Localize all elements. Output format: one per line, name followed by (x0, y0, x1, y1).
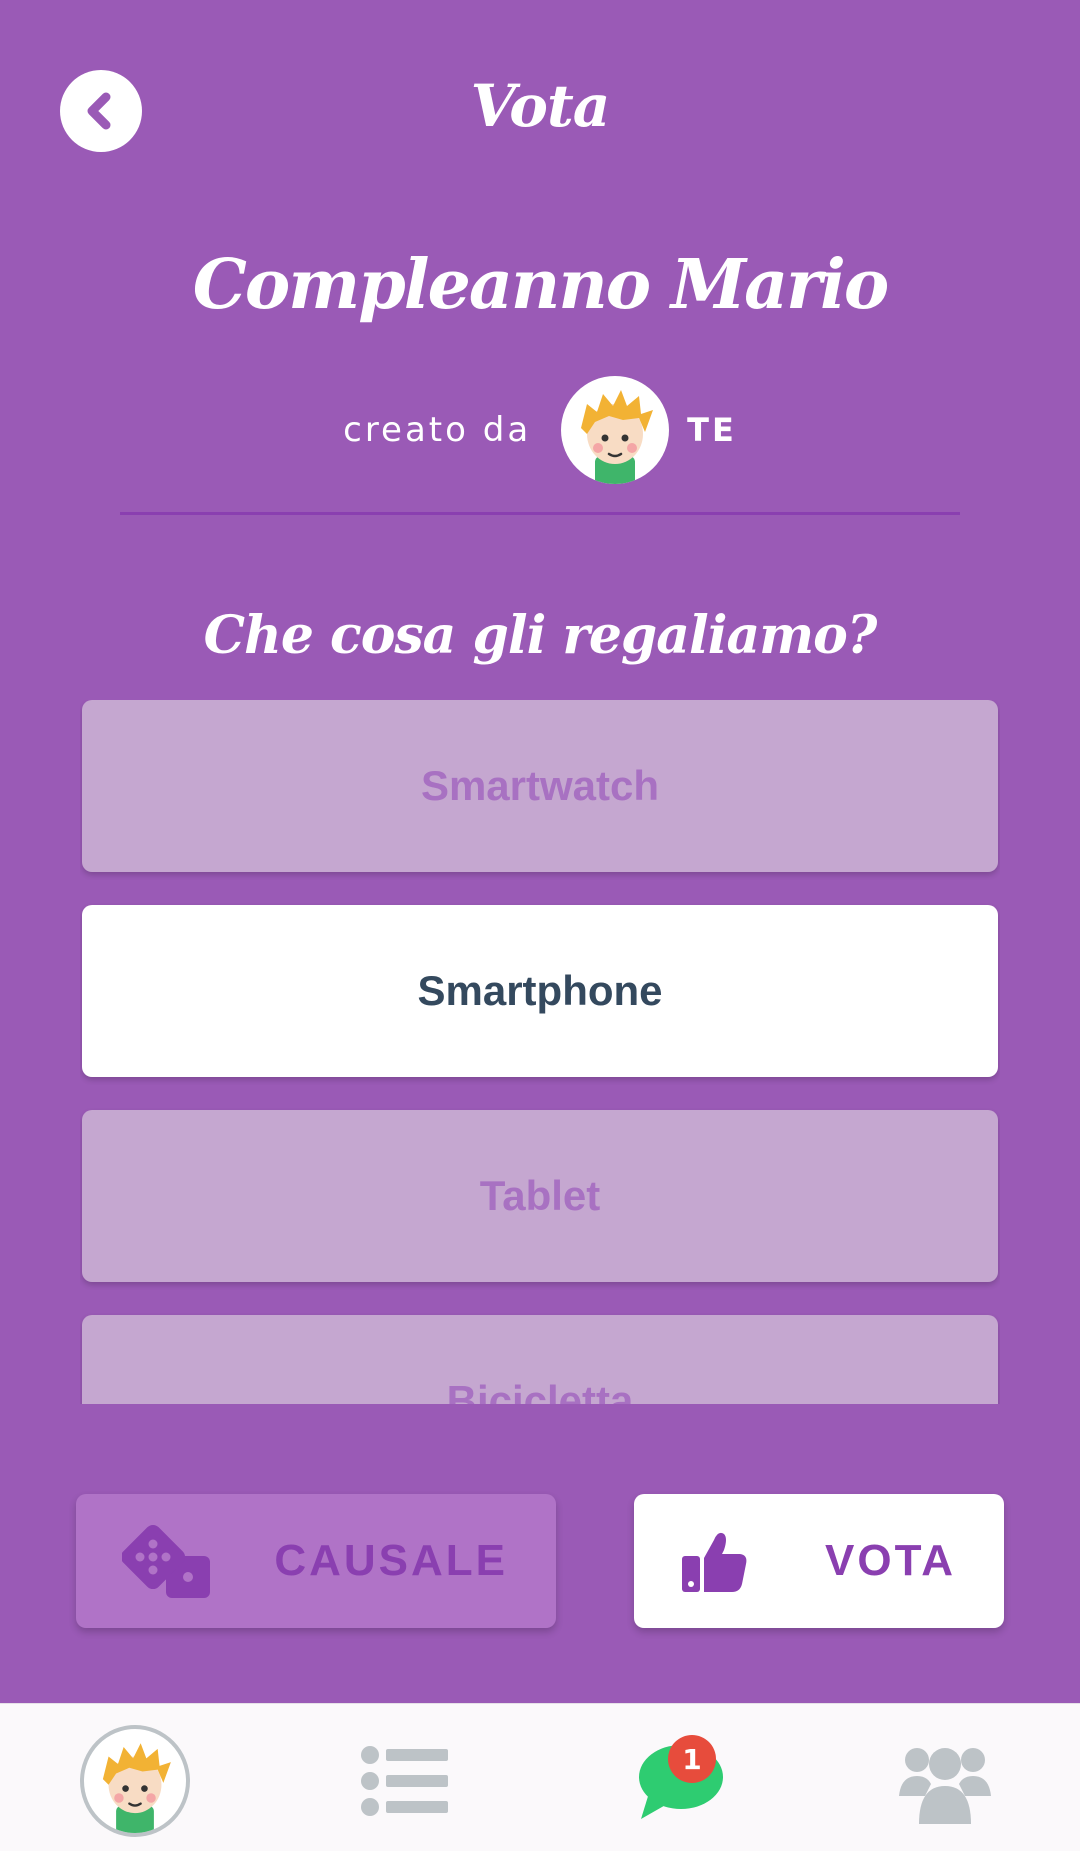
option-smartwatch[interactable]: Smartwatch (82, 700, 998, 872)
option-bicicletta[interactable]: Bicicletta (82, 1315, 998, 1404)
nav-group[interactable] (890, 1726, 1000, 1836)
creator-avatar (561, 376, 670, 484)
creator-row: creato da TE (0, 375, 1080, 485)
profile-avatar (80, 1725, 190, 1837)
poll-question: Che cosa gli regaliamo? (203, 605, 878, 666)
option-label: Tablet (479, 1172, 601, 1219)
list-icon (361, 1746, 448, 1816)
options-list[interactable]: Smartwatch Smartphone Tablet Bicicletta (80, 700, 1000, 1404)
created-by-label: creato da (343, 410, 532, 450)
option-label: Bicicletta (446, 1377, 634, 1404)
creator-name: TE (687, 411, 737, 449)
random-button[interactable]: CAUSALE (76, 1494, 556, 1628)
vote-button[interactable]: VOTA (634, 1494, 1004, 1628)
option-label: Smartwatch (420, 762, 660, 809)
event-title: Compleanno Mario (192, 245, 889, 325)
divider (120, 512, 960, 515)
thumbs-up-icon (682, 1532, 747, 1592)
vote-button-label: VOTA (825, 1536, 956, 1585)
chat-badge: 1 (668, 1735, 716, 1783)
boy-avatar-icon (102, 1743, 171, 1833)
option-label: Smartphone (417, 967, 663, 1014)
option-smartphone[interactable]: Smartphone (82, 905, 998, 1077)
random-button-label: CAUSALE (274, 1536, 508, 1585)
dice-icon (122, 1524, 210, 1598)
option-tablet[interactable]: Tablet (82, 1110, 998, 1282)
boy-avatar-icon (581, 390, 654, 484)
bottom-nav (0, 1703, 1080, 1851)
page-title: Vota (470, 72, 611, 140)
users-icon (899, 1748, 991, 1824)
nav-profile[interactable] (80, 1725, 190, 1837)
nav-list[interactable] (350, 1726, 460, 1836)
